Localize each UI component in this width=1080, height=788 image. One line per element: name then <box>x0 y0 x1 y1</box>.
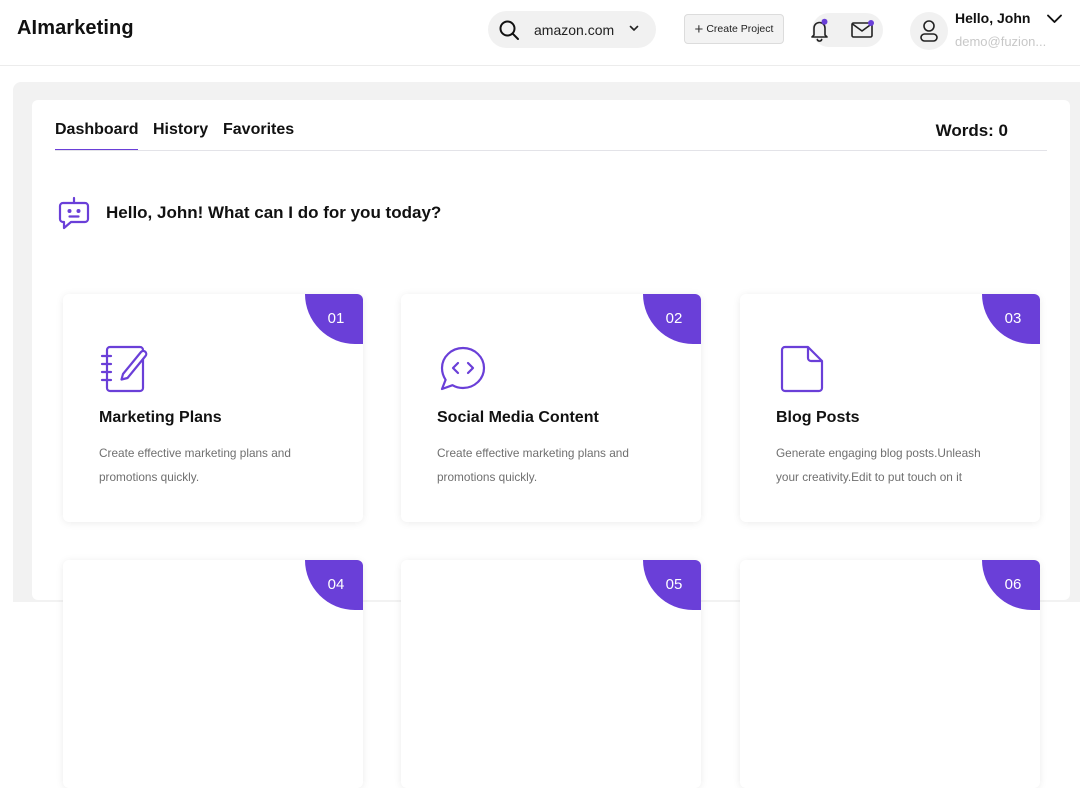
tab-favorites[interactable]: Favorites <box>223 121 294 139</box>
card-5[interactable]: 05 <box>401 560 701 788</box>
create-project-label: Create Project <box>706 23 774 35</box>
messages-button[interactable] <box>849 17 877 43</box>
card-marketing-plans[interactable]: 01 Marketing Plans Create effective mark… <box>63 294 363 522</box>
app-logo[interactable]: AImarketing <box>17 17 134 40</box>
card-description: Generate engaging blog posts.Unleash you… <box>776 446 981 484</box>
mail-icon <box>851 20 874 38</box>
search-icon <box>499 20 519 40</box>
robot-icon <box>58 196 90 230</box>
card-description: Create effective marketing plans and pro… <box>437 446 629 484</box>
avatar[interactable] <box>910 12 948 50</box>
card-title: Social Media Content <box>437 409 599 426</box>
user-greeting: Hello, John <box>955 10 1031 26</box>
notifications-button[interactable] <box>807 17 831 43</box>
assistant-greeting: Hello, John! What can I do for you today… <box>106 203 442 222</box>
card-blog-posts[interactable]: 03 Blog Posts Generate engaging blog pos… <box>740 294 1040 522</box>
plus-icon: + <box>694 20 704 38</box>
card-number-badge: 03 <box>982 294 1040 344</box>
tab-dashboard[interactable]: Dashboard <box>55 121 139 139</box>
tab-divider <box>55 150 1047 151</box>
chevron-down-icon[interactable] <box>1046 12 1063 26</box>
card-description: Create effective marketing plans and pro… <box>99 446 291 484</box>
card-number-badge: 05 <box>643 560 701 610</box>
card-number-badge: 02 <box>643 294 701 344</box>
create-project-button[interactable]: + Create Project <box>684 14 784 44</box>
top-bar: AImarketing amazon.com + Create Project <box>0 0 1080 66</box>
card-social-media-content[interactable]: 02 Social Media Content Create effective… <box>401 294 701 522</box>
word-count: Words: 0 <box>935 121 1008 140</box>
chevron-down-icon <box>629 25 639 31</box>
card-number-badge: 04 <box>305 560 363 610</box>
user-icon <box>920 20 938 42</box>
user-email: demo@fuzion... <box>955 34 1047 49</box>
bell-icon <box>811 18 828 42</box>
card-title: Marketing Plans <box>99 409 222 426</box>
card-number-badge: 06 <box>982 560 1040 610</box>
notebook-pen-icon <box>100 345 148 393</box>
document-icon <box>780 345 824 393</box>
card-4[interactable]: 04 <box>63 560 363 788</box>
site-selector[interactable]: amazon.com <box>488 11 656 48</box>
chat-code-icon <box>440 346 486 391</box>
card-title: Blog Posts <box>776 409 860 426</box>
card-6[interactable]: 06 <box>740 560 1040 788</box>
card-number-badge: 01 <box>305 294 363 344</box>
tab-history[interactable]: History <box>153 121 208 139</box>
site-selector-value: amazon.com <box>534 22 615 38</box>
